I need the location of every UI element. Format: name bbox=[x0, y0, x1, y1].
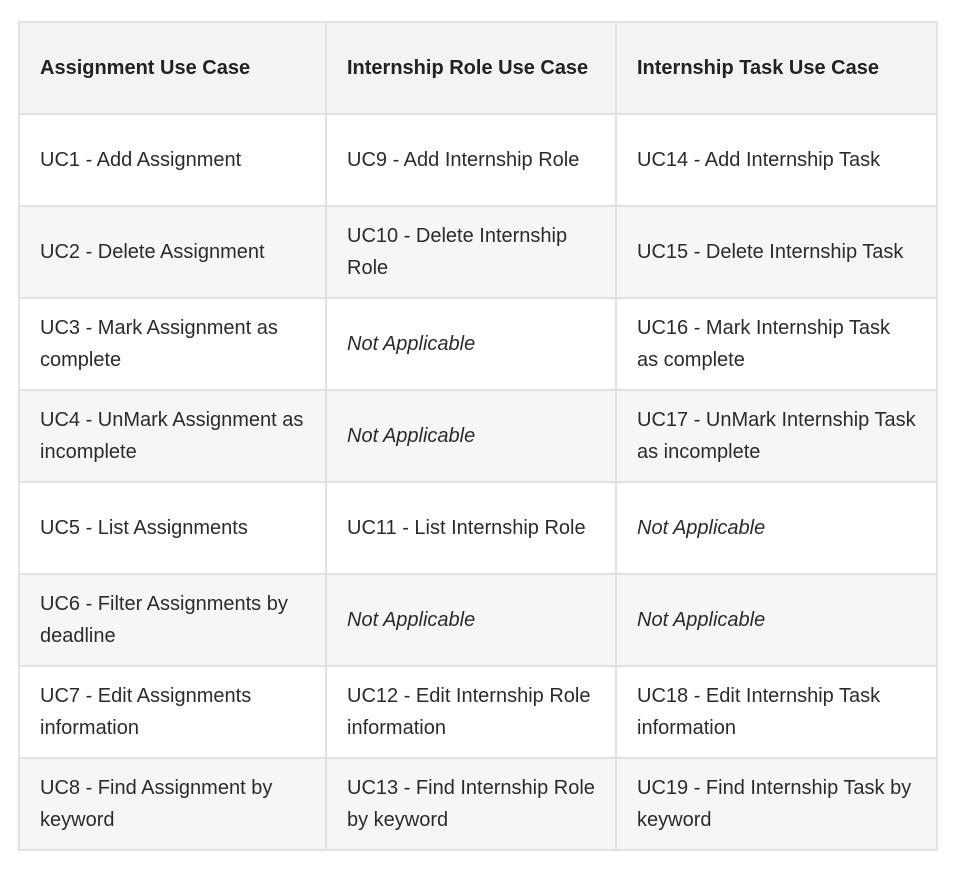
table-row: UC7 - Edit Assignments information UC12 … bbox=[18, 665, 938, 759]
table-header: Assignment Use Case Internship Role Use … bbox=[18, 21, 938, 115]
table-cell: UC14 - Add Internship Task bbox=[615, 113, 938, 207]
table-cell: Not Applicable bbox=[615, 481, 938, 575]
table-cell: Not Applicable bbox=[615, 573, 938, 667]
table-cell: UC6 - Filter Assignments by deadline bbox=[18, 573, 327, 667]
table-cell: UC8 - Find Assignment by keyword bbox=[18, 757, 327, 851]
table-cell: UC11 - List Internship Role bbox=[325, 481, 617, 575]
table-row: UC1 - Add Assignment UC9 - Add Internshi… bbox=[18, 113, 938, 207]
table-body: UC1 - Add Assignment UC9 - Add Internshi… bbox=[18, 113, 938, 851]
table-cell: UC1 - Add Assignment bbox=[18, 113, 327, 207]
table-cell: UC16 - Mark Internship Task as complete bbox=[615, 297, 938, 391]
table-row: UC2 - Delete Assignment UC10 - Delete In… bbox=[18, 205, 938, 299]
table-row: UC6 - Filter Assignments by deadline Not… bbox=[18, 573, 938, 667]
table-cell: UC7 - Edit Assignments information bbox=[18, 665, 327, 759]
header-row: Assignment Use Case Internship Role Use … bbox=[18, 21, 938, 115]
table-cell: UC10 - Delete Internship Role bbox=[325, 205, 617, 299]
table-cell: UC2 - Delete Assignment bbox=[18, 205, 327, 299]
header-assignment-use-case: Assignment Use Case bbox=[18, 21, 327, 115]
table-cell: UC4 - UnMark Assignment as incomplete bbox=[18, 389, 327, 483]
table-row: UC4 - UnMark Assignment as incomplete No… bbox=[18, 389, 938, 483]
use-case-table-container: Assignment Use Case Internship Role Use … bbox=[18, 21, 938, 851]
table-cell: UC3 - Mark Assignment as complete bbox=[18, 297, 327, 391]
table-row: UC8 - Find Assignment by keyword UC13 - … bbox=[18, 757, 938, 851]
header-internship-task-use-case: Internship Task Use Case bbox=[615, 21, 938, 115]
use-case-table: Assignment Use Case Internship Role Use … bbox=[18, 21, 938, 851]
table-row: UC5 - List Assignments UC11 - List Inter… bbox=[18, 481, 938, 575]
table-cell: Not Applicable bbox=[325, 573, 617, 667]
table-cell: UC9 - Add Internship Role bbox=[325, 113, 617, 207]
table-cell: UC12 - Edit Internship Role information bbox=[325, 665, 617, 759]
table-cell: UC18 - Edit Internship Task information bbox=[615, 665, 938, 759]
table-cell: UC19 - Find Internship Task by keyword bbox=[615, 757, 938, 851]
table-cell: Not Applicable bbox=[325, 389, 617, 483]
table-cell: UC17 - UnMark Internship Task as incompl… bbox=[615, 389, 938, 483]
table-cell: UC13 - Find Internship Role by keyword bbox=[325, 757, 617, 851]
table-cell: UC5 - List Assignments bbox=[18, 481, 327, 575]
header-internship-role-use-case: Internship Role Use Case bbox=[325, 21, 617, 115]
table-cell: Not Applicable bbox=[325, 297, 617, 391]
table-row: UC3 - Mark Assignment as complete Not Ap… bbox=[18, 297, 938, 391]
table-cell: UC15 - Delete Internship Task bbox=[615, 205, 938, 299]
